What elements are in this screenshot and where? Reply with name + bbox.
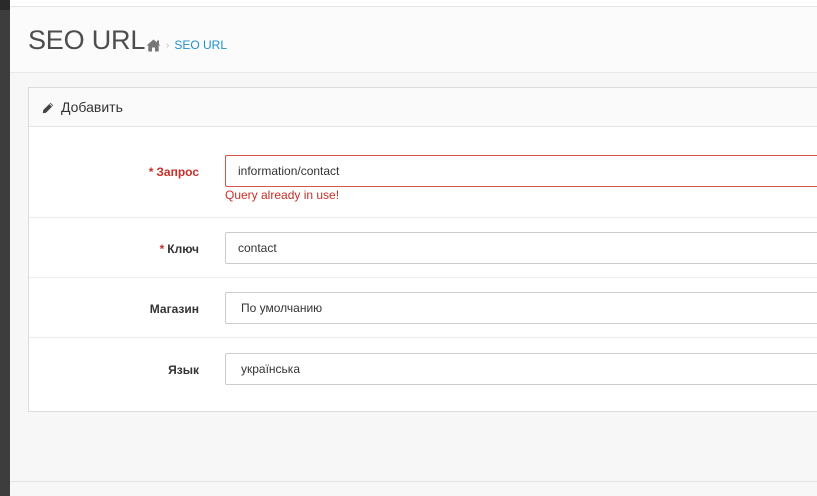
add-panel: Добавить * Запрос information/contact Que… [28, 87, 817, 412]
required-asterisk: * [159, 242, 165, 256]
footer-divider [10, 481, 817, 482]
form-row-keyword: * Ключ contact [29, 218, 817, 278]
store-select[interactable]: По умолчанию [225, 292, 817, 324]
store-label: Магазин [149, 302, 199, 316]
required-asterisk: * [148, 165, 154, 179]
query-label: * Запрос [148, 165, 199, 179]
form-row-language: Язык українська [29, 338, 817, 412]
sidebar-accent [0, 0, 10, 10]
panel-heading: Добавить [29, 88, 817, 127]
language-label: Язык [168, 363, 199, 377]
form-row-store: Магазин По умолчанию [29, 278, 817, 338]
breadcrumb-seo-url-link[interactable]: SEO URL [174, 38, 227, 52]
left-sidebar [0, 0, 10, 496]
query-error-message: Query already in use! [225, 188, 340, 202]
main-content: SEO URL › SEO URL Добавить * Запрос info… [10, 0, 817, 496]
breadcrumb: › SEO URL [146, 38, 227, 52]
panel-heading-title: Добавить [61, 99, 123, 115]
page-header: SEO URL › SEO URL [10, 7, 817, 73]
breadcrumb-separator: › [166, 39, 170, 51]
keyword-label: * Ключ [159, 242, 199, 256]
pencil-icon [42, 101, 54, 114]
keyword-input[interactable]: contact [225, 232, 817, 264]
language-select[interactable]: українська [225, 353, 817, 385]
home-icon[interactable] [146, 39, 161, 52]
page-title: SEO URL [28, 25, 146, 55]
top-bar [10, 0, 817, 7]
form-row-query: * Запрос information/contact Query alread… [29, 128, 817, 218]
query-input[interactable]: information/contact [225, 155, 817, 187]
